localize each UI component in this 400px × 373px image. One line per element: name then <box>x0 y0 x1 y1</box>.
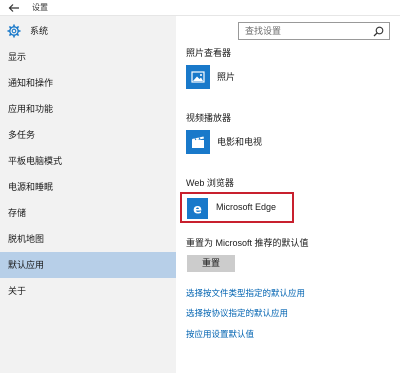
video-player-app-button[interactable]: 电影和电视 <box>186 130 366 156</box>
section-title: 系统 <box>30 26 49 36</box>
gear-icon <box>7 24 21 38</box>
link-default-by-file-type[interactable]: 选择按文件类型指定的默认应用 <box>186 287 305 299</box>
edge-icon: e <box>187 198 208 219</box>
window-title: 设置 <box>32 3 48 12</box>
reset-button-label: 重置 <box>201 258 220 268</box>
title-bar: 设置 <box>0 0 400 16</box>
movies-tv-icon <box>186 130 210 154</box>
reset-button[interactable]: 重置 <box>187 255 235 272</box>
sidebar-item-notifications[interactable]: 通知和操作 <box>0 70 176 96</box>
sidebar-item-label: 存储 <box>8 208 27 218</box>
sidebar-item-multitasking[interactable]: 多任务 <box>0 122 176 148</box>
search-icon[interactable] <box>373 26 384 37</box>
web-browser-app-button[interactable]: e Microsoft Edge <box>180 192 294 223</box>
search-placeholder: 查找设置 <box>245 26 282 36</box>
photos-icon <box>186 65 210 89</box>
sidebar-item-label: 默认应用 <box>8 260 45 270</box>
sidebar-item-power-sleep[interactable]: 电源和睡眠 <box>0 174 176 200</box>
sidebar-item-label: 通知和操作 <box>8 78 54 88</box>
sidebar-item-offline-maps[interactable]: 脱机地图 <box>0 226 176 252</box>
sidebar-item-label: 电源和睡眠 <box>8 182 54 192</box>
sidebar-item-label: 平板电脑模式 <box>8 156 63 166</box>
photo-viewer-app-label: 照片 <box>217 72 236 82</box>
sidebar-item-tablet-mode[interactable]: 平板电脑模式 <box>0 148 176 174</box>
sidebar-item-label: 多任务 <box>8 130 36 140</box>
link-set-defaults-by-app[interactable]: 按应用设置默认值 <box>186 328 254 340</box>
sidebar-item-label: 脱机地图 <box>8 234 45 244</box>
sidebar-item-apps-features[interactable]: 应用和功能 <box>0 96 176 122</box>
link-default-by-protocol[interactable]: 选择按协议指定的默认应用 <box>186 307 288 319</box>
sidebar-item-display[interactable]: 显示 <box>0 44 176 70</box>
sidebar-item-default-apps[interactable]: 默认应用 <box>0 252 176 278</box>
search-input[interactable]: 查找设置 <box>238 22 390 40</box>
web-browser-title: Web 浏览器 <box>186 178 234 188</box>
video-player-title: 视频播放器 <box>186 113 232 123</box>
sidebar-item-label: 显示 <box>8 52 27 62</box>
photo-viewer-app-button[interactable]: 照片 <box>186 65 366 91</box>
sidebar-item-label: 关于 <box>8 286 27 296</box>
back-arrow-icon[interactable] <box>8 3 20 13</box>
sidebar-item-storage[interactable]: 存储 <box>0 200 176 226</box>
web-browser-app-label: Microsoft Edge <box>216 202 277 212</box>
photo-viewer-title: 照片查看器 <box>186 48 232 58</box>
sidebar-item-label: 应用和功能 <box>8 104 54 114</box>
video-player-app-label: 电影和电视 <box>217 137 263 147</box>
sidebar-item-about[interactable]: 关于 <box>0 278 176 304</box>
reset-title: 重置为 Microsoft 推荐的默认值 <box>186 238 309 248</box>
svg-text:e: e <box>193 203 202 218</box>
